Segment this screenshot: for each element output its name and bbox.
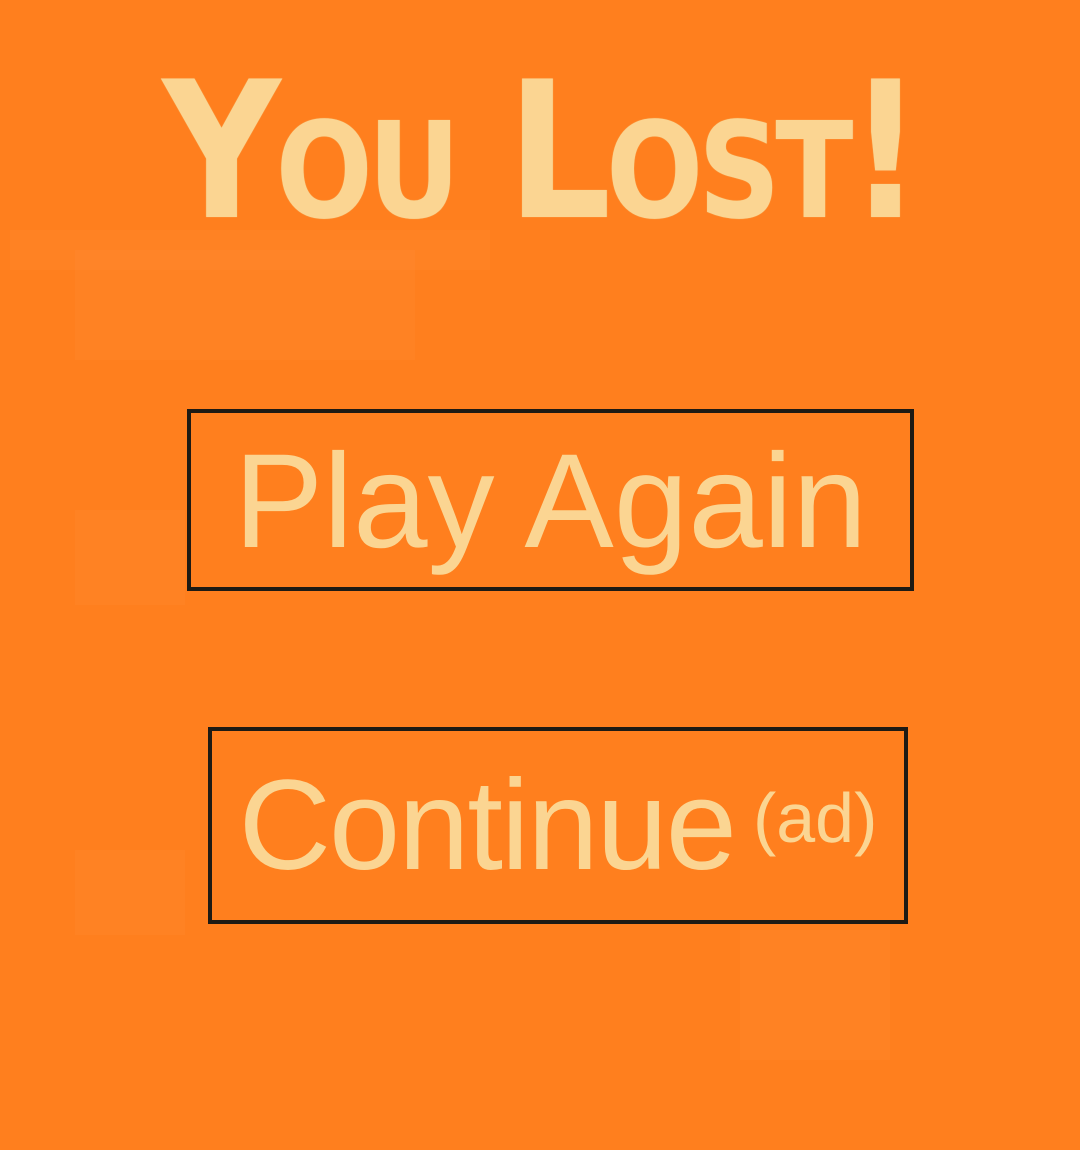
play-again-button[interactable]: Play Again bbox=[187, 409, 914, 591]
background-texture bbox=[75, 510, 185, 605]
background-texture bbox=[75, 250, 415, 360]
game-over-screen: { "screen": { "background_color": "#ff7f… bbox=[0, 0, 1080, 1150]
game-over-title: You Lost! bbox=[162, 41, 922, 262]
background-texture bbox=[75, 850, 185, 935]
background-texture bbox=[740, 930, 890, 1060]
continue-label: Continue bbox=[238, 754, 737, 897]
continue-ad-note: (ad) bbox=[752, 779, 878, 857]
play-again-label: Play Again bbox=[233, 427, 868, 576]
continue-ad-button[interactable]: Continue (ad) bbox=[208, 727, 908, 924]
